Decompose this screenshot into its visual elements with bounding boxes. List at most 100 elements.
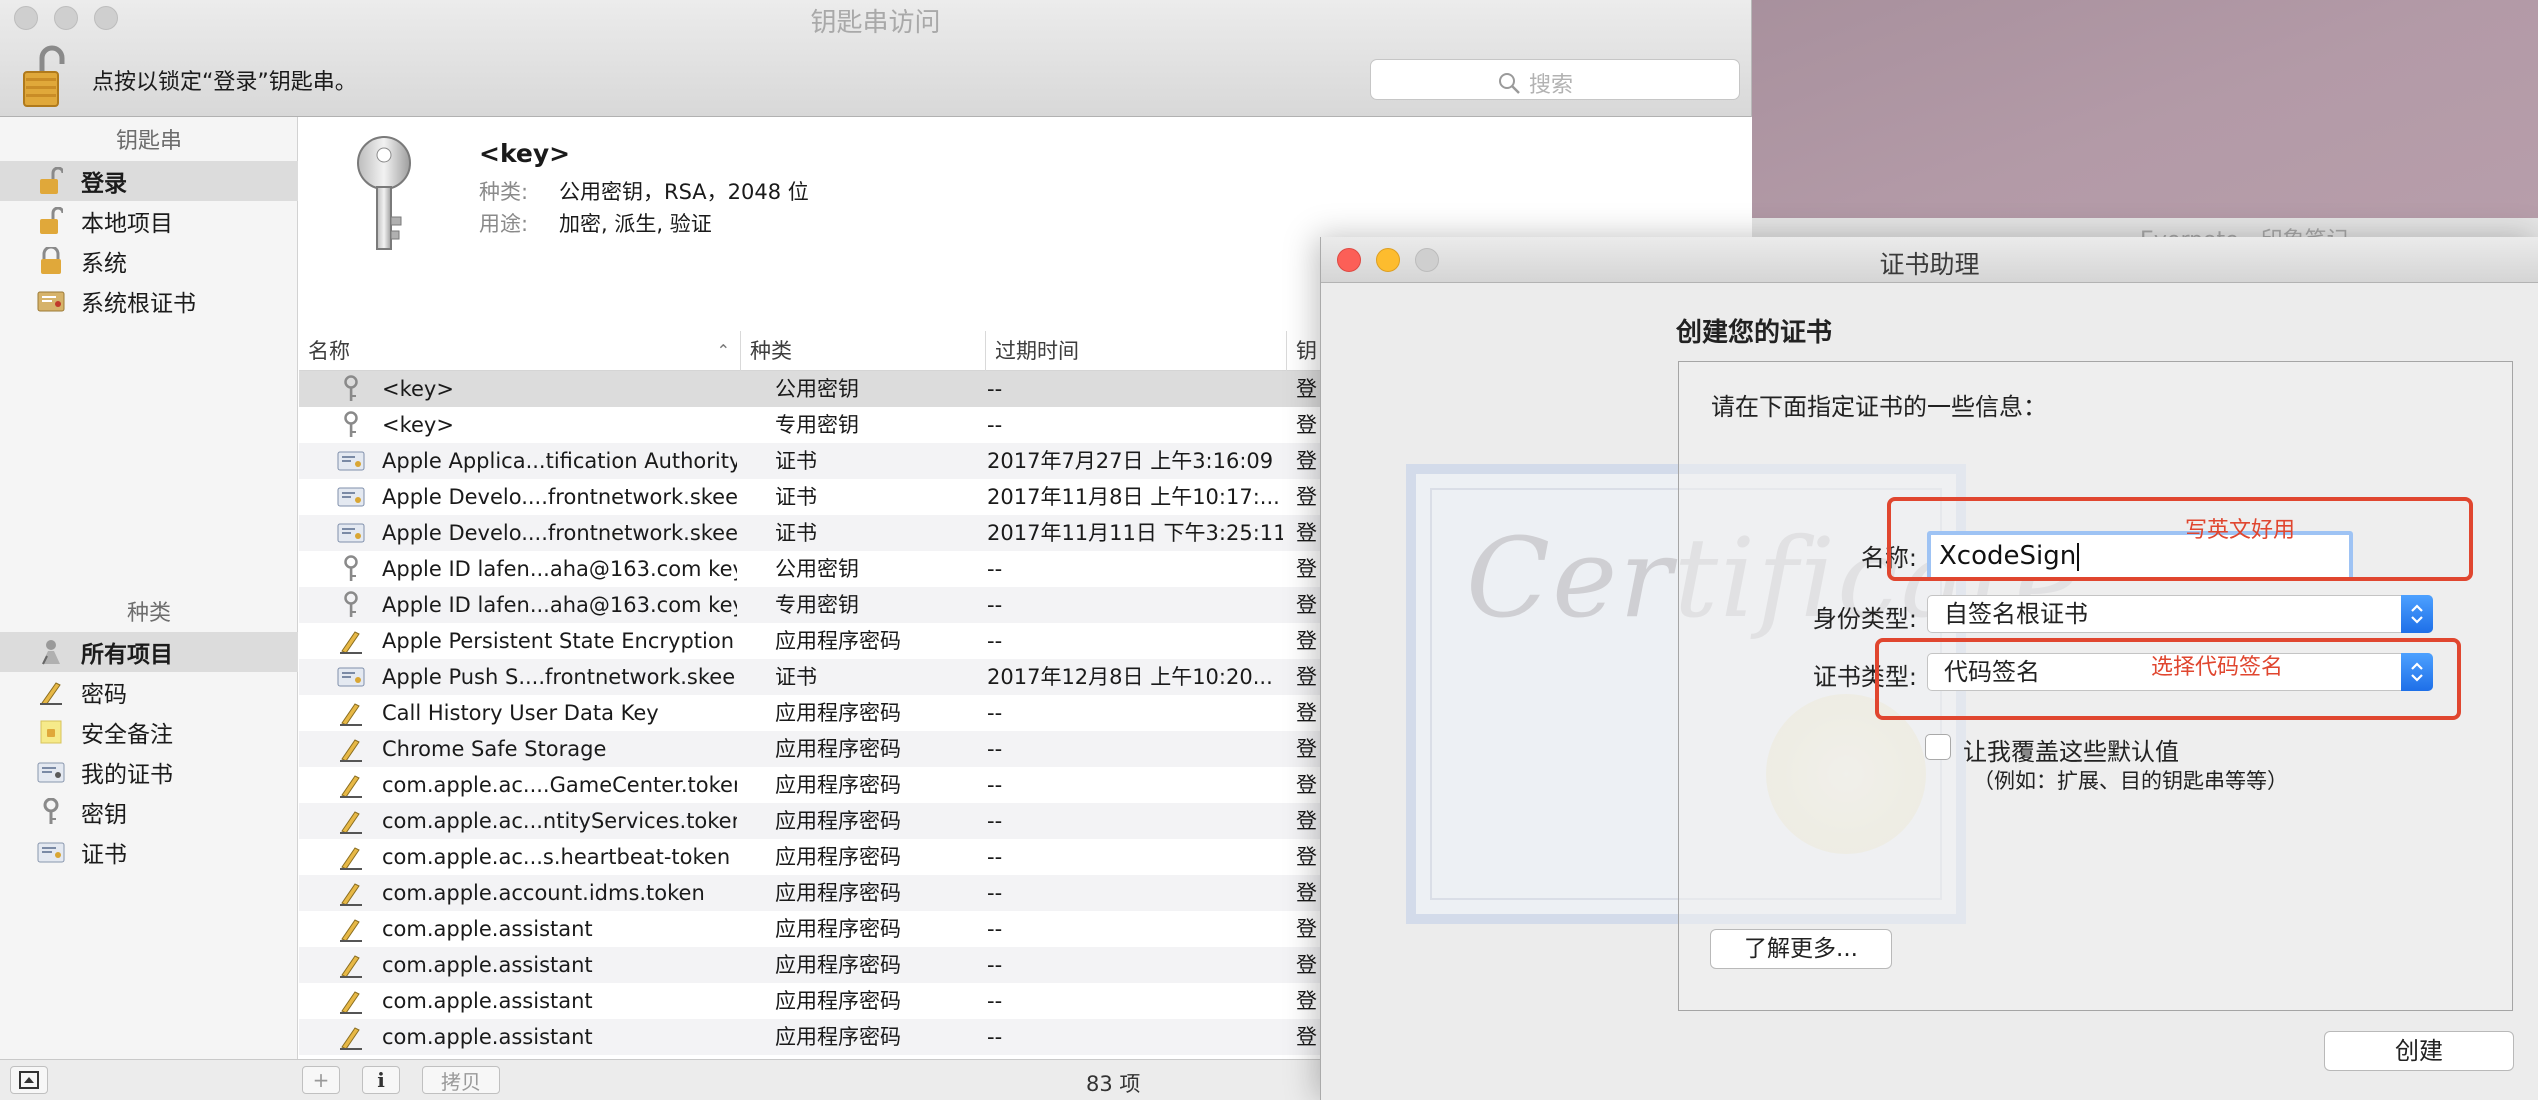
cell-kind: 应用程序密码 xyxy=(775,701,901,725)
identity-type-label: 身份类型: xyxy=(1812,605,1917,633)
cell-kind: 证书 xyxy=(775,485,817,509)
sidebar-item-system-roots[interactable]: 系统根证书 xyxy=(0,281,298,321)
override-defaults-label[interactable]: 让我覆盖这些默认值 xyxy=(1963,732,2179,767)
password-pen-icon xyxy=(337,951,365,979)
cell-name: com.apple.ac....GameCenter.token xyxy=(382,773,737,797)
column-header-kind[interactable]: 种类 xyxy=(741,331,986,371)
learn-more-button[interactable]: 了解更多... xyxy=(1710,929,1892,969)
column-label: 名称 xyxy=(308,339,350,363)
cell-kind: 证书 xyxy=(775,665,817,689)
certificate-icon xyxy=(337,447,365,475)
certificate-icon xyxy=(337,519,365,547)
cell-name: com.apple.account.idms.token xyxy=(382,881,705,905)
column-header-expires[interactable]: 过期时间 xyxy=(986,331,1287,371)
key-icon xyxy=(37,798,65,826)
sidebar-item-all-items[interactable]: 所有项目 xyxy=(0,632,298,672)
keychains-header: 钥匙串 xyxy=(115,129,182,154)
column-label: 钥 xyxy=(1296,339,1317,363)
detail-usage-value: 加密, 派生, 验证 xyxy=(559,212,712,236)
item-count: 83 项 xyxy=(1086,1072,1141,1096)
detail-usage-row: 用途: 加密, 派生, 验证 xyxy=(479,208,712,238)
sidebar-item-secure-notes[interactable]: 安全备注 xyxy=(0,712,298,752)
detail-kind-label: 种类: xyxy=(479,180,529,204)
cell-name: Apple Push S....frontnetwork.skee xyxy=(382,665,736,689)
cell-name: com.apple.assistant xyxy=(382,917,593,941)
create-button[interactable]: 创建 xyxy=(2324,1031,2514,1071)
sidebar-item-label: 密钥 xyxy=(81,802,127,828)
override-defaults-checkbox[interactable] xyxy=(1925,734,1951,760)
password-pen-icon xyxy=(337,987,365,1015)
cell-expires: 2017年11月8日 上午10:17:... xyxy=(987,485,1280,509)
password-pen-icon xyxy=(337,843,365,871)
column-header-name[interactable]: 名称 ⌃ xyxy=(299,331,741,371)
cell-name: Apple Applica...tification Authority xyxy=(382,449,737,473)
popup-stepper-icon xyxy=(2401,595,2433,633)
certificate-icon xyxy=(37,838,65,866)
cell-expires: -- xyxy=(987,917,1003,941)
copy-button[interactable]: 拷贝 xyxy=(422,1066,500,1094)
sidebar-item-keys[interactable]: 密钥 xyxy=(0,792,298,832)
search-placeholder: 搜索 xyxy=(1529,73,1574,98)
detail-name: <key> xyxy=(479,139,571,168)
add-item-button[interactable]: + xyxy=(302,1066,340,1094)
sidebar-item-label: 系统根证书 xyxy=(81,291,196,317)
annotation-highlight-name xyxy=(1887,497,2473,581)
lock-message[interactable]: 点按以锁定“登录”钥匙串。 xyxy=(92,64,357,96)
cell-name: com.apple.assistant xyxy=(382,989,593,1013)
sidebar-item-my-certificates[interactable]: 我的证书 xyxy=(0,752,298,792)
annotation-note-name: 写英文好用 xyxy=(2185,518,2296,543)
cell-kind: 公用密钥 xyxy=(775,557,859,581)
password-pen-icon xyxy=(337,879,365,907)
my-certificate-icon xyxy=(37,758,65,786)
sidebar-toggle-icon xyxy=(19,1071,39,1089)
key-icon xyxy=(337,411,365,439)
cell-expires: -- xyxy=(987,1025,1003,1049)
cell-expires: -- xyxy=(987,809,1003,833)
sidebar: 钥匙串 登录 本地项目 系统 系统根证书 种类 所有项目 密码 安全备注 我的证… xyxy=(0,117,298,1059)
sidebar-item-label: 本地项目 xyxy=(81,211,173,237)
password-pen-icon xyxy=(337,771,365,799)
cell-name: com.apple.ac...s.heartbeat-token xyxy=(382,845,731,869)
plus-icon: + xyxy=(312,1068,330,1092)
certificate-assistant-window: 证书助理 Certificate 创建您的证书 请在下面指定证书的一些信息： 名… xyxy=(1320,237,2538,1100)
cell-expires: -- xyxy=(987,377,1003,401)
lock-open-icon xyxy=(37,167,65,195)
sidebar-item-login[interactable]: 登录 xyxy=(0,161,298,201)
sidebar-item-certificates[interactable]: 证书 xyxy=(0,832,298,872)
search-field[interactable]: 搜索 xyxy=(1370,59,1740,100)
lock-icon xyxy=(37,247,65,275)
sidebar-toggle-button[interactable] xyxy=(10,1066,48,1094)
window-title: 钥匙串访问 xyxy=(810,8,941,38)
sidebar-item-passwords[interactable]: 密码 xyxy=(0,672,298,712)
cell-kind: 专用密钥 xyxy=(775,413,859,437)
cell-kind: 证书 xyxy=(775,449,817,473)
sidebar-item-label: 所有项目 xyxy=(81,642,173,668)
certificate-folder-icon xyxy=(37,287,65,315)
detail-kind-value: 公用密钥，RSA，2048 位 xyxy=(559,180,809,204)
key-icon xyxy=(337,591,365,619)
sidebar-item-local[interactable]: 本地项目 xyxy=(0,201,298,241)
cell-kind: 应用程序密码 xyxy=(775,773,901,797)
lock-open-icon[interactable] xyxy=(22,44,70,108)
secure-note-icon xyxy=(37,718,65,746)
detail-kind-row: 种类: 公用密钥，RSA，2048 位 xyxy=(479,176,809,206)
cell-kind: 应用程序密码 xyxy=(775,845,901,869)
identity-type-select[interactable]: 自签名根证书 xyxy=(1927,595,2433,633)
cell-expires: -- xyxy=(987,737,1003,761)
cell-name: com.apple.assistant xyxy=(382,1025,593,1049)
detail-usage-label: 用途: xyxy=(479,212,529,236)
sidebar-item-label: 安全备注 xyxy=(81,722,173,748)
cell-expires: -- xyxy=(987,629,1003,653)
sidebar-item-system[interactable]: 系统 xyxy=(0,241,298,281)
lock-open-icon xyxy=(37,207,65,235)
cell-name: <key> xyxy=(382,413,454,437)
cell-name: Apple Develo....frontnetwork.skee xyxy=(382,521,737,545)
sidebar-item-label: 登录 xyxy=(81,171,127,197)
column-label: 过期时间 xyxy=(995,339,1079,363)
info-button[interactable]: i xyxy=(362,1066,400,1094)
sidebar-item-label: 我的证书 xyxy=(81,762,173,788)
key-icon xyxy=(337,375,365,403)
certificate-icon xyxy=(337,483,365,511)
key-icon xyxy=(337,555,365,583)
password-pen-icon xyxy=(337,915,365,943)
